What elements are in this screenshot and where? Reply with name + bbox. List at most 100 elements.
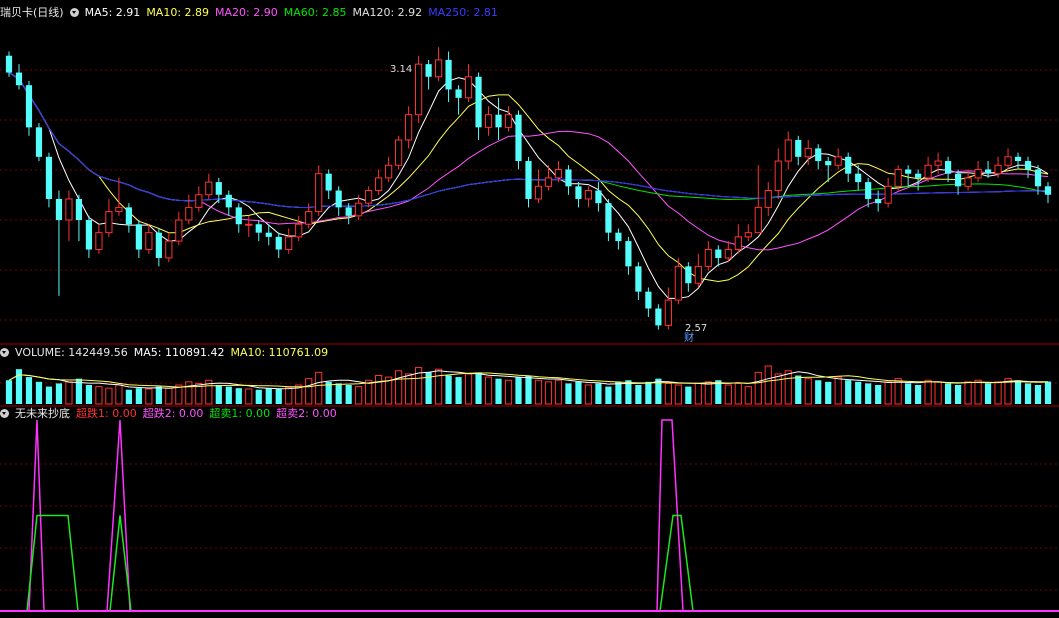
grid-lines <box>0 69 1059 591</box>
volume-bar <box>445 375 452 404</box>
s4-label: 超卖2: 0.00 <box>276 407 337 420</box>
volume-bar <box>1014 380 1022 404</box>
ma10-label: MA10: 2.89 <box>146 6 210 19</box>
indicator-name: 无未来抄底 <box>15 407 70 420</box>
candle-body <box>25 85 33 128</box>
volume-bar <box>924 379 932 405</box>
candle-body <box>445 59 452 90</box>
candle-body <box>475 76 482 128</box>
volume-bar <box>1044 381 1052 404</box>
volume-bar <box>774 373 782 405</box>
volume-bar <box>265 388 272 404</box>
high-label: 3.14 <box>390 64 412 75</box>
stock-title: 瑞贝卡(日线) <box>0 6 64 19</box>
candle-body <box>744 232 752 238</box>
volume-bar <box>674 384 682 405</box>
candle-body <box>215 182 222 195</box>
volume-bar <box>915 385 922 404</box>
volume-bar <box>495 378 502 404</box>
volume-bar <box>945 383 952 404</box>
volume-bar <box>55 383 63 404</box>
volume-bar <box>1024 383 1032 404</box>
volume-bar <box>825 381 832 404</box>
volume-bar <box>565 383 572 404</box>
s2-label: 超跌2: 0.00 <box>142 407 204 420</box>
volume-bar <box>395 370 403 405</box>
candle-body <box>5 55 13 73</box>
volume-bar <box>185 381 193 405</box>
candle-body <box>115 206 123 213</box>
candle-body <box>1004 156 1012 166</box>
volume-bar <box>135 388 142 404</box>
volume-bar <box>724 384 732 405</box>
candle-body <box>655 308 662 326</box>
candle-body <box>625 241 632 267</box>
volume-bar <box>45 386 53 404</box>
candle-body <box>825 161 832 166</box>
candle-body <box>595 190 602 204</box>
volume-bars <box>5 365 1052 405</box>
volume-bar <box>165 387 173 405</box>
volume-bar <box>285 386 293 405</box>
candle-body <box>915 173 922 178</box>
candle-body <box>685 266 692 284</box>
volume-bar <box>744 386 752 405</box>
vol-ma10-label: MA10: 110761.09 <box>230 346 329 359</box>
candle-body <box>75 198 83 221</box>
volume-bar <box>115 384 123 405</box>
candle-body <box>635 266 642 292</box>
candle-body <box>155 232 162 258</box>
candle-body <box>245 223 253 226</box>
candle-body <box>774 160 782 192</box>
s1-label: 超跌1: 0.00 <box>76 407 137 420</box>
volume-bar <box>5 380 13 404</box>
candle-body <box>764 190 772 208</box>
candle-body <box>894 168 902 187</box>
candle-body <box>834 156 842 166</box>
candle-body <box>724 249 732 259</box>
candle-body <box>534 185 543 200</box>
candle-body <box>884 185 892 204</box>
candle-body <box>554 168 563 179</box>
dropdown-icon[interactable] <box>0 348 9 357</box>
dropdown-icon[interactable] <box>69 8 79 17</box>
candle-body <box>225 194 232 208</box>
candle-body <box>495 114 502 128</box>
volume-bar <box>25 377 33 404</box>
volume-bar <box>845 380 852 404</box>
dropdown-icon[interactable] <box>0 409 9 418</box>
candle-body <box>185 206 193 221</box>
volume-bar <box>245 388 253 405</box>
volume-bar <box>704 381 712 405</box>
candle-body <box>645 291 652 309</box>
volume-bar <box>434 368 443 405</box>
ma5-label: MA5: 2.91 <box>84 6 141 19</box>
candle-body <box>575 186 582 199</box>
volume-bar <box>125 389 132 404</box>
candle-body <box>175 219 183 242</box>
candle-body <box>405 114 413 141</box>
vol-ma5-label: MA5: 110891.42 <box>133 346 225 359</box>
indicator-header: 无未来抄底 超跌1: 0.00 超跌2: 0.00 超卖1: 0.00 超卖2: 0.0… <box>0 407 343 421</box>
volume-bar <box>65 381 73 405</box>
candle-body <box>674 265 682 301</box>
candle-body <box>875 198 882 204</box>
volume-bar <box>804 378 812 405</box>
candle-body <box>165 240 173 259</box>
candle-body <box>525 161 532 199</box>
magenta-signal-line <box>0 419 1059 612</box>
volume-bar <box>155 386 162 404</box>
candle-body <box>335 190 342 208</box>
candle-body <box>135 224 142 250</box>
volume-bar <box>984 383 992 404</box>
candle-body <box>565 169 572 187</box>
s3-label: 超卖1: 0.00 <box>209 407 271 420</box>
candle-body <box>795 139 802 157</box>
candle-body <box>285 236 293 251</box>
volume-bar <box>145 388 153 405</box>
candle-body <box>95 232 103 251</box>
volume-bar <box>1034 385 1042 404</box>
volume-bar <box>834 376 842 405</box>
candle-body <box>55 198 63 221</box>
volume-bar <box>255 389 262 404</box>
